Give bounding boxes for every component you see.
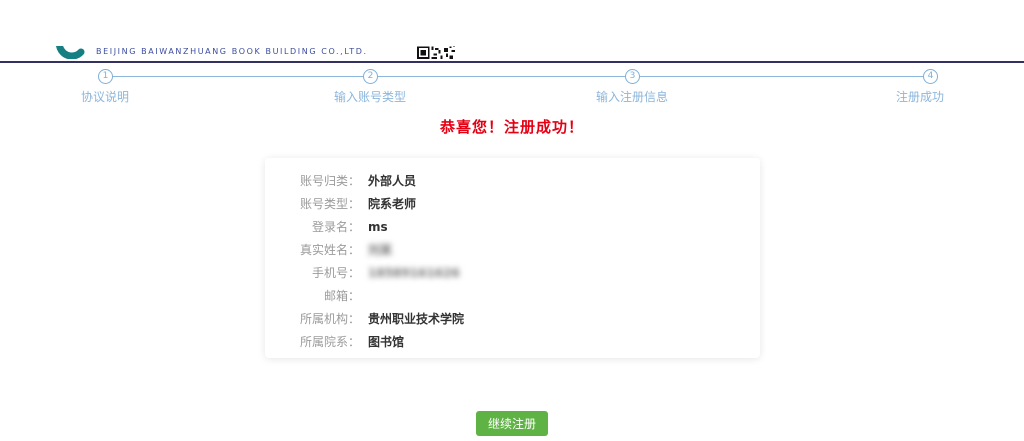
registration-summary-card: 账号归类： 外部人员 账号类型： 院系老师 登录名： ms 真实姓名： 刘某 手… — [265, 158, 760, 358]
step-2-circle: 2 — [363, 69, 378, 84]
form-row-account-type: 账号类型： 院系老师 — [265, 192, 760, 215]
step-1-label: 协议说明 — [35, 88, 175, 105]
form-row-account-category: 账号归类： 外部人员 — [265, 169, 760, 192]
field-value-redacted: 刘某 — [368, 241, 392, 258]
steps-connector-line — [105, 76, 930, 77]
registration-progress-steps: 1 2 3 4 协议说明 输入账号类型 输入注册信息 注册成功 — [0, 0, 1024, 46]
field-label: 账号类型： — [265, 195, 360, 212]
step-2-label: 输入账号类型 — [300, 88, 440, 105]
form-row-institution: 所属机构： 贵州职业技术学院 — [265, 307, 760, 330]
field-label: 真实姓名： — [265, 241, 360, 258]
field-label: 邮箱： — [265, 287, 360, 304]
company-name-english: BEIJING BAIWANZHUANG BOOK BUILDING CO.,L… — [96, 48, 395, 56]
field-label: 手机号： — [265, 264, 360, 281]
form-row-phone: 手机号： 18589161626 — [265, 261, 760, 284]
field-value-redacted: 18589161626 — [368, 266, 460, 280]
field-value: 外部人员 — [368, 172, 416, 189]
field-value: 贵州职业技术学院 — [368, 310, 464, 327]
field-label: 账号归类： — [265, 172, 360, 189]
field-label: 登录名： — [265, 218, 360, 235]
step-3-circle: 3 — [625, 69, 640, 84]
continue-registration-button[interactable]: 继续注册 — [476, 411, 548, 436]
step-1-circle: 1 — [98, 69, 113, 84]
field-value: 图书馆 — [368, 333, 404, 350]
registration-success-message: 恭喜您！注册成功！ — [0, 116, 1024, 137]
field-value: ms — [368, 220, 388, 234]
step-3-label: 输入注册信息 — [562, 88, 702, 105]
step-4-circle: 4 — [923, 69, 938, 84]
field-value: 院系老师 — [368, 195, 416, 212]
field-label: 所属机构： — [265, 310, 360, 327]
form-row-email: 邮箱： — [265, 284, 760, 307]
form-row-department: 所属院系： 图书馆 — [265, 330, 760, 353]
field-label: 所属院系： — [265, 333, 360, 350]
registration-success-page: 首页 公司介绍 馆配电子书 联系我们 登录 | 注册 工作台 百图留言 — [0, 0, 1024, 441]
form-row-real-name: 真实姓名： 刘某 — [265, 238, 760, 261]
form-row-login-name: 登录名： ms — [265, 215, 760, 238]
step-4-label: 注册成功 — [850, 88, 990, 105]
